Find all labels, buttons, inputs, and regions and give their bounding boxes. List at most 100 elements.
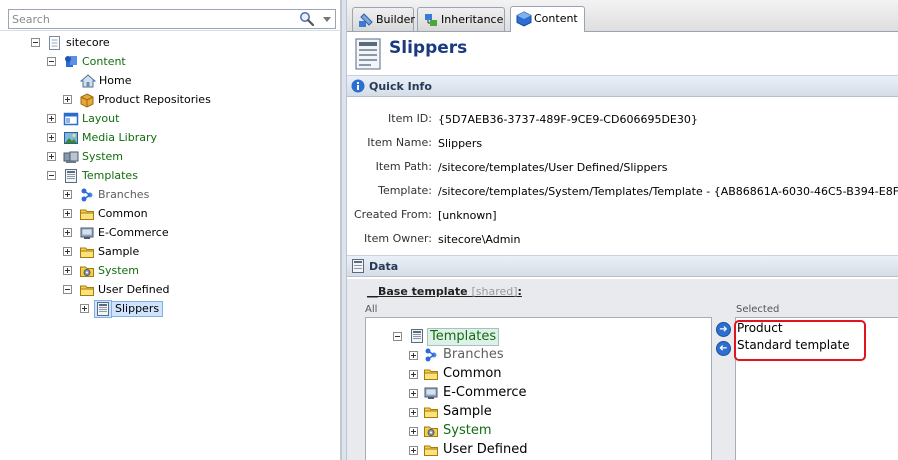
expand-icon[interactable] — [63, 228, 72, 237]
tree-node-label: Common — [98, 207, 148, 220]
tree-node-label: User Defined — [443, 442, 528, 457]
tree-node-label: User Defined — [98, 283, 170, 296]
base-template-field-label: __Base template [shared]: — [367, 285, 522, 298]
tree-node-media-library[interactable]: Media Library — [47, 129, 247, 147]
tree-node-label: System — [443, 423, 492, 438]
item-owner-label: Item Owner: — [364, 232, 432, 245]
expand-icon[interactable] — [409, 351, 418, 360]
layout-icon — [63, 112, 79, 126]
tree-node-ecommerce[interactable]: E-Commerce — [63, 224, 263, 242]
item-name-label: Item Name: — [367, 136, 432, 149]
data-section-header[interactable]: Data — [347, 255, 898, 277]
shared-tag: [shared] — [471, 285, 518, 298]
item-id-label: Item ID: — [388, 112, 432, 125]
tree-node-sample[interactable]: Sample — [63, 243, 263, 261]
expand-icon[interactable] — [63, 95, 72, 104]
folder-icon — [80, 209, 94, 220]
tree-node-label: Branches — [98, 188, 150, 201]
expand-icon[interactable] — [63, 247, 72, 256]
collapse-icon[interactable] — [47, 57, 56, 66]
collapse-icon[interactable] — [393, 332, 402, 341]
expand-icon[interactable] — [409, 389, 418, 398]
template-icon — [94, 300, 112, 318]
created-from-value: [unknown] — [438, 209, 497, 222]
tree-node-templates[interactable]: Templates — [47, 167, 247, 185]
home-icon — [80, 74, 96, 88]
folder-icon — [424, 407, 438, 418]
template-icon — [355, 38, 381, 70]
inheritance-icon — [425, 14, 437, 26]
page-title: Slippers — [389, 38, 468, 58]
remove-selected-button[interactable]: ➜ — [716, 341, 731, 356]
ecommerce-icon — [80, 227, 94, 239]
folder-icon — [80, 285, 94, 296]
document-icon — [49, 36, 60, 50]
collapse-icon[interactable] — [31, 38, 40, 47]
expand-icon[interactable] — [409, 408, 418, 417]
tree-node-layout[interactable]: Layout — [47, 110, 247, 128]
template-icon — [65, 169, 77, 183]
tree-node-slippers[interactable]: Slippers — [80, 300, 280, 318]
expand-icon[interactable] — [63, 209, 72, 218]
tree-node-label: Templates — [82, 169, 138, 182]
all-tree-node-user-defined[interactable]: User Defined — [409, 441, 569, 460]
all-tree-node-system[interactable]: System — [409, 422, 569, 441]
tree-node-label: Slippers — [111, 301, 164, 317]
expand-icon[interactable] — [409, 446, 418, 455]
tree-node-label: E-Commerce — [443, 385, 527, 400]
all-tree-node-branches[interactable]: Branches — [409, 346, 569, 365]
expand-icon[interactable] — [80, 304, 89, 313]
quick-info-section-header[interactable]: Quick Info — [347, 75, 898, 97]
content-icon — [65, 56, 77, 67]
expand-icon[interactable] — [47, 114, 56, 123]
tab-builder[interactable]: Builder — [352, 7, 415, 31]
tree-node-templates-system[interactable]: System — [63, 262, 263, 280]
item-header: Slippers — [347, 33, 898, 75]
tab-bar: Builder Inheritance Content — [347, 0, 898, 32]
collapse-icon[interactable] — [63, 285, 72, 294]
editor-pane: Builder Inheritance Content Slippers Qui… — [347, 0, 898, 460]
search-icon[interactable] — [299, 11, 315, 27]
builder-icon — [359, 13, 373, 27]
ecommerce-icon — [424, 387, 438, 399]
expand-icon[interactable] — [47, 152, 56, 161]
field-label-colon: : — [517, 285, 522, 298]
tree-node-user-defined[interactable]: User Defined — [63, 281, 263, 299]
expand-icon[interactable] — [47, 133, 56, 142]
all-tree-node-sample[interactable]: Sample — [409, 403, 569, 422]
tree-node-branches[interactable]: Branches — [63, 186, 263, 204]
box-icon — [80, 93, 94, 108]
search-input[interactable] — [12, 12, 282, 26]
item-owner-value: sitecore\Admin — [438, 233, 521, 246]
add-selected-button[interactable]: ➜ — [716, 322, 731, 337]
template-value[interactable]: /sitecore/templates/System/Templates/Tem… — [438, 185, 898, 201]
tree-node-label: sitecore — [66, 36, 110, 49]
expand-icon[interactable] — [63, 266, 72, 275]
expand-icon[interactable] — [409, 370, 418, 379]
expand-icon[interactable] — [409, 427, 418, 436]
tree-node-common[interactable]: Common — [63, 205, 263, 223]
system-folder-icon — [80, 266, 94, 277]
pane-divider — [0, 30, 341, 31]
collapse-icon[interactable] — [47, 171, 56, 180]
template-label: Template: — [378, 184, 432, 197]
created-from-label: Created From: — [354, 208, 432, 221]
all-tree-node-ecommerce[interactable]: E-Commerce — [409, 384, 569, 403]
tree-node-label: Media Library — [82, 131, 157, 144]
search-options-dropdown-icon[interactable] — [323, 17, 331, 22]
tree-node-label: System — [82, 150, 124, 163]
search-box[interactable] — [8, 9, 336, 29]
tab-content[interactable]: Content — [510, 6, 585, 32]
tree-node-product-repositories[interactable]: Product Repositories — [63, 91, 263, 109]
tree-node-content[interactable]: Content — [47, 53, 247, 71]
tab-inheritance[interactable]: Inheritance — [417, 7, 505, 31]
content-tree-pane: sitecore Content Home Product Repositori… — [0, 0, 341, 460]
all-tree-node-common[interactable]: Common — [409, 365, 569, 384]
all-tree-node-templates[interactable]: Templates — [393, 327, 553, 346]
tree-node-sitecore[interactable]: sitecore — [31, 34, 231, 52]
item-name-value: Slippers — [438, 137, 483, 150]
tree-node-home[interactable]: Home — [80, 72, 230, 90]
media-icon — [64, 132, 78, 144]
expand-icon[interactable] — [63, 190, 72, 199]
tree-node-system[interactable]: System — [47, 148, 247, 166]
